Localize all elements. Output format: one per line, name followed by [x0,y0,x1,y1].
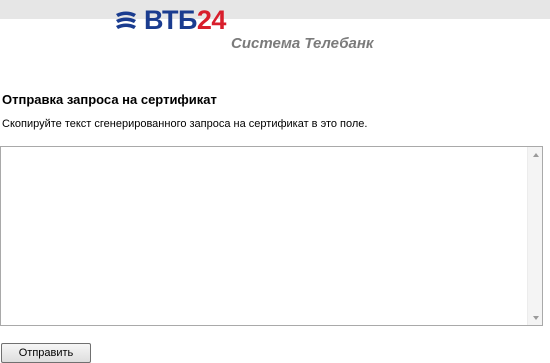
scroll-up-arrow-icon[interactable] [528,147,543,162]
submit-button[interactable]: Отправить [1,343,91,363]
textarea-scrollbar[interactable] [527,147,542,325]
page: ВТБ24 Система Телебанк Отправка запроса … [0,0,550,363]
tagline: Система Телебанк [231,35,374,52]
logo-text-24: 24 [196,5,227,35]
scroll-down-arrow-icon[interactable] [528,310,543,325]
vtb24-logo: ВТБ24 [114,7,226,34]
vtb-logo-mark-icon [116,11,136,29]
certificate-request-textarea[interactable] [1,147,528,325]
page-title: Отправка запроса на сертификат [2,92,217,107]
instruction-text: Скопируйте текст сгенерированного запрос… [2,118,368,130]
request-textarea-container [0,146,543,326]
logo-wordmark: ВТБ24 [144,7,226,34]
logo-text-vtb: ВТБ [144,5,197,35]
top-band [0,0,550,19]
